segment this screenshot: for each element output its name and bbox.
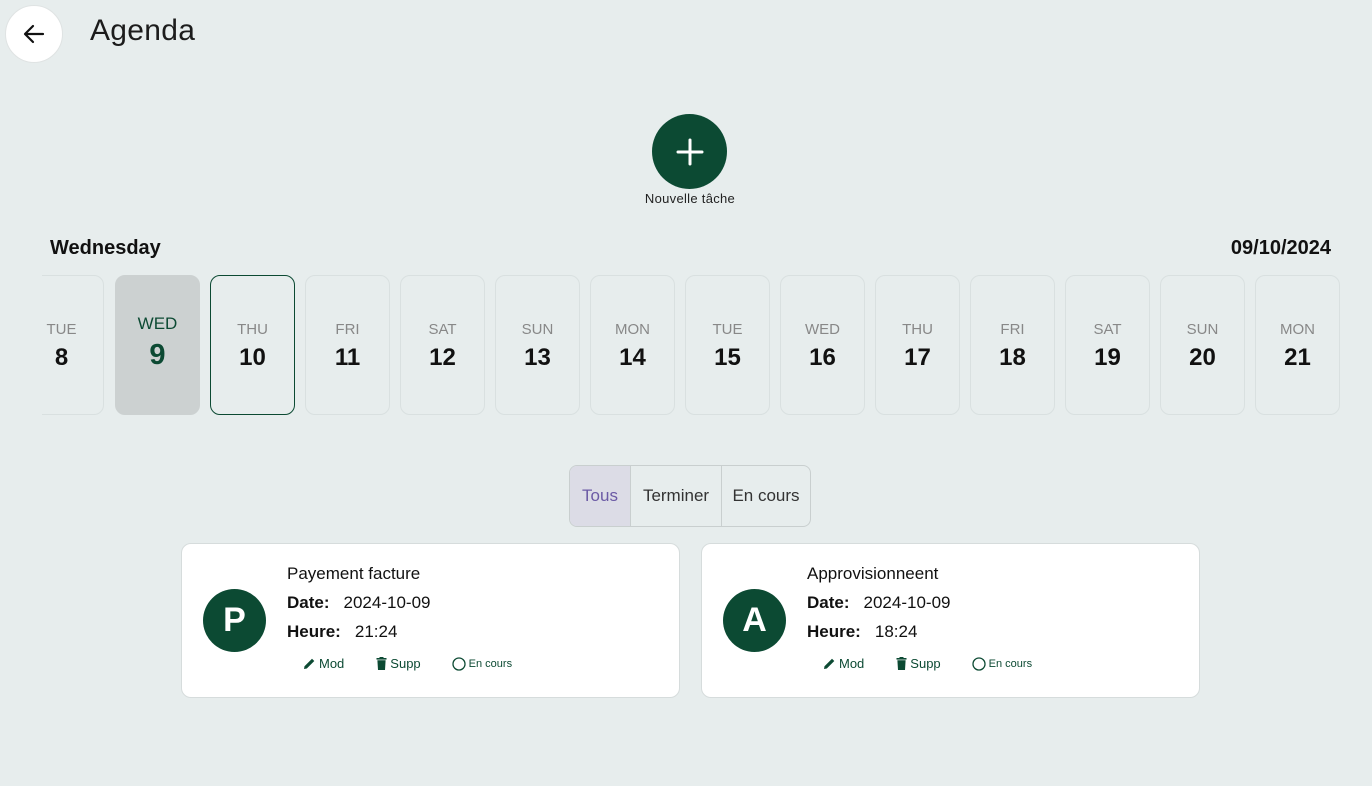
day-item[interactable]: SUN 20 bbox=[1160, 275, 1245, 415]
circle-icon bbox=[972, 656, 986, 671]
task-time-row: Heure: 21:24 bbox=[287, 622, 397, 642]
day-item[interactable]: TUE 8 bbox=[42, 275, 104, 415]
delete-button[interactable]: Supp bbox=[376, 656, 421, 671]
edit-label: Mod bbox=[839, 656, 865, 671]
status-label: En cours bbox=[988, 657, 1033, 670]
day-weekday: SAT bbox=[428, 321, 457, 338]
day-weekday: THU bbox=[902, 321, 933, 338]
task-title: Payement facture bbox=[287, 564, 421, 583]
day-number: 10 bbox=[239, 344, 266, 371]
delete-label: Supp bbox=[390, 656, 421, 671]
trash-icon bbox=[896, 657, 907, 670]
day-weekday: WED bbox=[137, 314, 178, 333]
circle-icon bbox=[452, 656, 466, 671]
day-item-today[interactable]: THU 10 bbox=[210, 275, 295, 415]
day-number: 9 bbox=[149, 339, 166, 371]
day-weekday: MON bbox=[615, 321, 650, 338]
back-button[interactable] bbox=[5, 5, 63, 63]
day-weekday: FRI bbox=[335, 321, 360, 338]
task-date: 2024-10-09 bbox=[863, 593, 951, 612]
day-number: 18 bbox=[999, 344, 1026, 371]
delete-label: Supp bbox=[910, 656, 941, 671]
edit-label: Mod bbox=[319, 656, 345, 671]
task-card[interactable]: A Approvisionneent Date: 2024-10-09 Heure… bbox=[701, 543, 1200, 698]
day-item-selected[interactable]: WED 9 bbox=[115, 275, 200, 415]
task-time: 18:24 bbox=[874, 622, 918, 641]
task-date-row: Date: 2024-10-09 bbox=[287, 593, 430, 613]
plus-icon bbox=[676, 138, 703, 165]
task-avatar: P bbox=[203, 589, 266, 652]
day-weekday: TUE bbox=[712, 321, 743, 338]
day-number: 19 bbox=[1094, 344, 1121, 371]
day-strip[interactable]: TUE 8 WED 9 THU 10 FRI 11 SAT 12 SUN 13 MON 14 … bbox=[42, 275, 1342, 415]
day-item[interactable]: WED 16 bbox=[780, 275, 865, 415]
day-item[interactable]: FRI 11 bbox=[305, 275, 390, 415]
status-toggle[interactable]: En cours bbox=[972, 656, 1033, 671]
new-task-label: Nouvelle tâche bbox=[644, 191, 736, 206]
day-number: 21 bbox=[1284, 344, 1311, 371]
day-weekday: TUE bbox=[46, 321, 77, 338]
day-weekday: SUN bbox=[1186, 321, 1219, 338]
day-number: 13 bbox=[524, 344, 551, 371]
pencil-icon bbox=[304, 658, 315, 669]
day-item[interactable]: SUN 13 bbox=[495, 275, 580, 415]
date-label: Date: bbox=[807, 593, 850, 612]
day-number: 14 bbox=[619, 344, 646, 371]
trash-icon bbox=[376, 657, 387, 670]
day-weekday: SUN bbox=[521, 321, 554, 338]
time-label: Heure: bbox=[807, 622, 861, 641]
edit-button[interactable]: Mod bbox=[823, 656, 864, 671]
day-number: 11 bbox=[334, 344, 361, 371]
day-item[interactable]: THU 17 bbox=[875, 275, 960, 415]
task-title: Approvisionneent bbox=[807, 564, 939, 583]
day-item[interactable]: SAT 19 bbox=[1065, 275, 1150, 415]
day-number: 16 bbox=[809, 344, 836, 371]
day-weekday: WED bbox=[805, 321, 840, 338]
arrow-left-icon bbox=[23, 24, 45, 44]
day-number: 20 bbox=[1189, 344, 1216, 371]
task-date-row: Date: 2024-10-09 bbox=[807, 593, 950, 613]
day-item[interactable]: MON 14 bbox=[590, 275, 675, 415]
task-avatar: A bbox=[723, 589, 786, 652]
task-date: 2024-10-09 bbox=[343, 593, 431, 612]
tab-all[interactable]: Tous bbox=[570, 466, 631, 526]
task-actions: Mod Supp En cours bbox=[823, 656, 1032, 671]
status-label: En cours bbox=[468, 657, 513, 670]
new-task-button[interactable] bbox=[652, 114, 727, 189]
status-toggle[interactable]: En cours bbox=[452, 656, 513, 671]
tab-in-progress[interactable]: En cours bbox=[722, 466, 810, 526]
time-label: Heure: bbox=[287, 622, 341, 641]
task-time-row: Heure: 18:24 bbox=[807, 622, 917, 642]
selected-date: 09/10/2024 bbox=[1230, 237, 1331, 259]
day-item[interactable]: MON 21 bbox=[1255, 275, 1340, 415]
day-number: 15 bbox=[714, 344, 741, 371]
date-label: Date: bbox=[287, 593, 330, 612]
selected-weekday: Wednesday bbox=[50, 237, 161, 259]
pencil-icon bbox=[824, 658, 835, 669]
task-card[interactable]: P Payement facture Date: 2024-10-09 Heure… bbox=[181, 543, 680, 698]
day-weekday: FRI bbox=[1000, 321, 1025, 338]
day-item[interactable]: FRI 18 bbox=[970, 275, 1055, 415]
delete-button[interactable]: Supp bbox=[896, 656, 941, 671]
day-number: 8 bbox=[54, 344, 69, 371]
day-item[interactable]: TUE 15 bbox=[685, 275, 770, 415]
day-number: 12 bbox=[429, 344, 456, 371]
day-weekday: THU bbox=[237, 321, 268, 338]
day-weekday: MON bbox=[1280, 321, 1315, 338]
edit-button[interactable]: Mod bbox=[303, 656, 344, 671]
task-actions: Mod Supp En cours bbox=[303, 656, 512, 671]
task-time: 21:24 bbox=[354, 622, 398, 641]
day-number: 17 bbox=[904, 344, 931, 371]
tab-completed[interactable]: Terminer bbox=[631, 466, 722, 526]
page-title: Agenda bbox=[90, 14, 196, 47]
day-weekday: SAT bbox=[1093, 321, 1122, 338]
day-item[interactable]: SAT 12 bbox=[400, 275, 485, 415]
status-filter: Tous Terminer En cours bbox=[569, 465, 811, 527]
